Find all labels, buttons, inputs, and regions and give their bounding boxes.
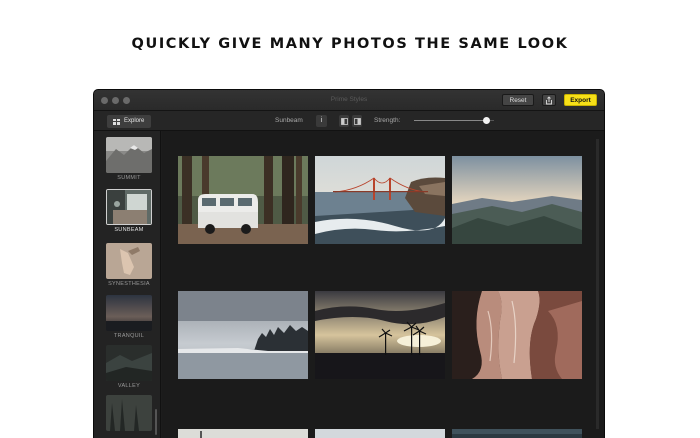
style-thumbnail [106, 345, 152, 381]
photo-tile-partial-2[interactable] [315, 427, 445, 438]
photo-tile-partial-1[interactable] [178, 427, 308, 438]
style-item-partial[interactable] [106, 395, 152, 431]
explore-button[interactable]: Explore [107, 115, 151, 128]
explore-label: Explore [124, 118, 145, 124]
style-item-synesthesia[interactable]: SYNESTHESIA [106, 243, 152, 287]
photo-tile-camper-van[interactable] [178, 156, 308, 244]
current-style-name: Sunbeam [275, 117, 303, 124]
title-bar: Prime Styles Reset Export [94, 90, 604, 111]
style-thumbnail [106, 137, 152, 173]
photo-grid [162, 131, 604, 438]
split-view-icon [340, 117, 348, 125]
styles-sidebar: SUMMIT SUNBEAM SYNESTHESIA TRANQUIL VALL… [94, 131, 161, 438]
photo-tile-palm-sunset[interactable] [315, 291, 445, 379]
style-item-sunbeam[interactable]: SUNBEAM [106, 189, 152, 233]
reset-button[interactable]: Reset [502, 94, 534, 106]
strength-label: Strength: [374, 117, 401, 124]
content-scrollbar[interactable] [596, 139, 599, 429]
headline: QUICKLY GIVE MANY PHOTOS THE SAME LOOK [131, 36, 569, 52]
share-button[interactable] [542, 94, 556, 106]
before-after-icon [353, 117, 361, 125]
style-item-summit[interactable]: SUMMIT [106, 137, 152, 181]
photo-tile-mountain-ridge[interactable] [452, 156, 582, 244]
strength-slider-thumb[interactable] [482, 117, 490, 124]
strength-slider-fill [414, 120, 486, 121]
style-label: TRANQUIL [113, 333, 145, 339]
photo-tile-red-canyon[interactable] [452, 291, 582, 379]
style-item-valley[interactable]: VALLEY [106, 345, 152, 389]
info-button[interactable]: i [316, 115, 327, 127]
style-label: VALLEY [117, 383, 141, 389]
grid-icon [113, 118, 120, 125]
style-label: SUNBEAM [114, 227, 144, 233]
share-icon [546, 96, 552, 105]
style-label: SYNESTHESIA [108, 281, 150, 287]
style-thumbnail [106, 189, 152, 225]
style-thumbnail [106, 243, 152, 279]
photo-tile-partial-3[interactable] [452, 427, 582, 438]
compare-original-button[interactable] [352, 115, 362, 127]
export-button[interactable]: Export [564, 94, 597, 106]
photo-tile-golden-gate[interactable] [315, 156, 445, 244]
photo-tile-lake-shore[interactable] [178, 291, 308, 379]
style-item-tranquil[interactable]: TRANQUIL [106, 295, 152, 339]
sidebar-scrollbar[interactable] [155, 409, 157, 435]
compare-split-button[interactable] [339, 115, 349, 127]
strength-slider[interactable] [414, 117, 494, 124]
style-thumbnail [106, 395, 152, 431]
app-window: Prime Styles Reset Export Explore Sunbea… [94, 90, 604, 438]
style-thumbnail [106, 295, 152, 331]
toolbar: Explore Sunbeam i Strength: [94, 111, 604, 131]
style-label: SUMMIT [117, 175, 141, 181]
